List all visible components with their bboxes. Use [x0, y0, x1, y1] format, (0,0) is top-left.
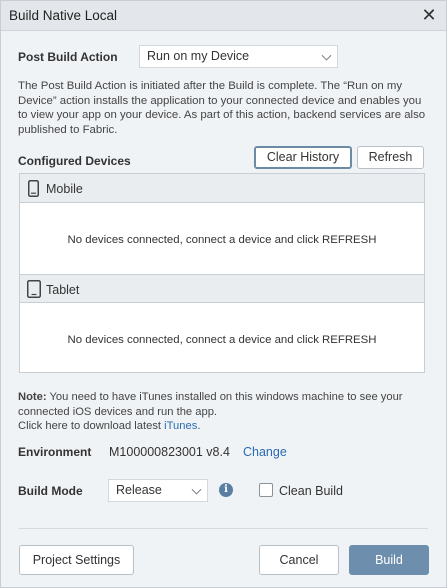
note-prefix: Note:: [18, 391, 47, 403]
mobile-group-label: Mobile: [46, 182, 83, 196]
build-native-local-dialog: Build Native Local ✕ Post Build Action R…: [0, 0, 447, 588]
title-bar: Build Native Local ✕: [1, 1, 446, 31]
info-icon[interactable]: i: [219, 483, 233, 497]
devices-panel: Mobile No devices connected, connect a d…: [19, 173, 425, 373]
clear-history-button[interactable]: Clear History: [254, 146, 352, 169]
chevron-down-icon: [321, 50, 332, 61]
post-build-action-label: Post Build Action: [18, 50, 118, 64]
tablet-empty-message: No devices connected, connect a device a…: [67, 334, 377, 346]
post-build-description: The Post Build Action is initiated after…: [18, 80, 426, 136]
configured-devices-heading: Configured Devices: [18, 154, 131, 168]
close-icon[interactable]: ✕: [418, 4, 440, 26]
project-settings-button[interactable]: Project Settings: [19, 545, 134, 575]
itunes-note: Note: You need to have iTunes installed …: [18, 390, 432, 434]
note-suffix: .: [197, 420, 201, 432]
build-mode-label: Build Mode: [18, 484, 83, 498]
footer-divider: [19, 528, 428, 529]
clean-build-label[interactable]: Clean Build: [279, 484, 343, 498]
tablet-group-header: Tablet: [20, 274, 424, 303]
note-text: You need to have iTunes installed on thi…: [18, 391, 403, 418]
phone-icon: [28, 180, 39, 197]
cancel-button[interactable]: Cancel: [259, 545, 339, 575]
tablet-icon: [27, 280, 41, 298]
post-build-action-value: Run on my Device: [147, 49, 250, 63]
note-download-text: Click here to download latest: [18, 420, 165, 432]
mobile-group-header: Mobile: [20, 174, 424, 203]
mobile-empty-message: No devices connected, connect a device a…: [67, 234, 377, 246]
environment-value: M100000823001 v8.4: [109, 445, 230, 459]
build-mode-select[interactable]: Release: [108, 479, 208, 502]
environment-label: Environment: [18, 445, 92, 459]
itunes-link[interactable]: iTunes: [164, 420, 197, 432]
change-environment-link[interactable]: Change: [243, 445, 287, 459]
dialog-title: Build Native Local: [9, 8, 118, 23]
build-button[interactable]: Build: [349, 545, 429, 575]
post-build-action-select[interactable]: Run on my Device: [139, 45, 338, 68]
clean-build-checkbox[interactable]: [259, 483, 273, 497]
chevron-down-icon: [191, 484, 202, 495]
tablet-group-label: Tablet: [46, 283, 80, 297]
refresh-button[interactable]: Refresh: [357, 146, 424, 169]
build-mode-value: Release: [116, 483, 162, 497]
